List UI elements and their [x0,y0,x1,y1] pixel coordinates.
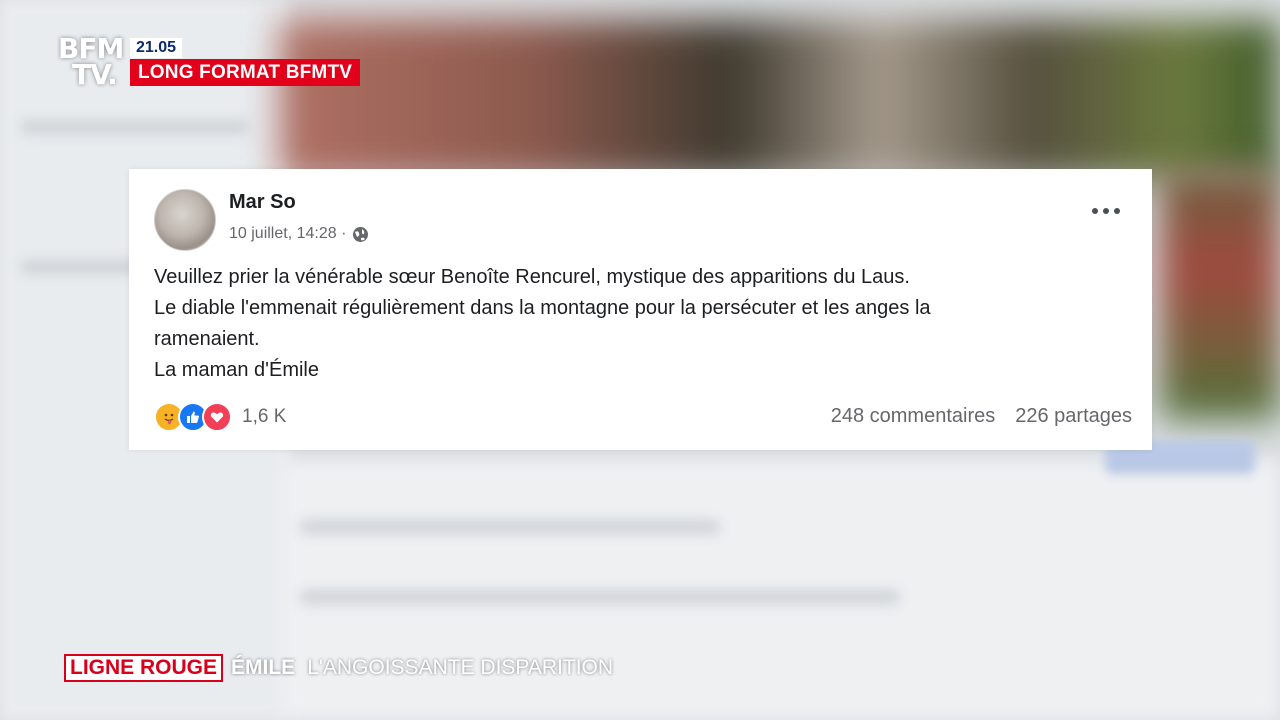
more-options-icon[interactable] [1092,205,1120,217]
topic-title: ÉMILE [231,656,296,679]
bfmtv-logo: BFM TV. [58,35,126,92]
post-text-line: Veuillez prier la vénérable sœur Benoîte… [154,266,910,288]
background-photo-strip [280,20,1280,180]
post-timestamp[interactable]: 10 juillet, 14:28 · [229,225,346,243]
logo-line-2: TV. [72,58,118,91]
show-name-badge: LIGNE ROUGE [64,654,224,682]
love-reaction-icon [202,402,232,432]
author-avatar[interactable] [154,189,216,251]
globe-icon [352,226,369,243]
reaction-count: 1,6 K [242,406,287,427]
post-stats: 248 commentaires 226 partages [831,405,1132,428]
facebook-post-card: Mar So 10 juillet, 14:28 · Veuillez prie… [129,169,1152,450]
background-line [20,120,250,134]
post-body: Veuillez prier la vénérable sœur Benoîte… [154,262,1114,386]
post-meta: 10 juillet, 14:28 · [229,225,369,243]
background-line [300,520,720,534]
reactions-summary[interactable]: 1,6 K [154,402,286,432]
background-right-column [1160,170,1280,420]
lower-third-banner: LIGNE ROUGE ÉMILE L'ANGOISSANTE DISPARIT… [64,654,613,682]
comments-count[interactable]: 248 commentaires [831,405,996,428]
clock-badge: 21.05 [130,38,183,58]
program-badge: LONG FORMAT BFMTV [130,59,361,86]
author-name[interactable]: Mar So [229,191,296,214]
post-text-line: Le diable l'emmenait régulièrement dans … [154,297,931,319]
post-text-line: ramenaient. [154,328,260,350]
background-line [300,590,900,604]
topic-subtitle: L'ANGOISSANTE DISPARITION [307,656,614,679]
post-text-line: La maman d'Émile [154,359,319,381]
shares-count[interactable]: 226 partages [1015,405,1132,428]
